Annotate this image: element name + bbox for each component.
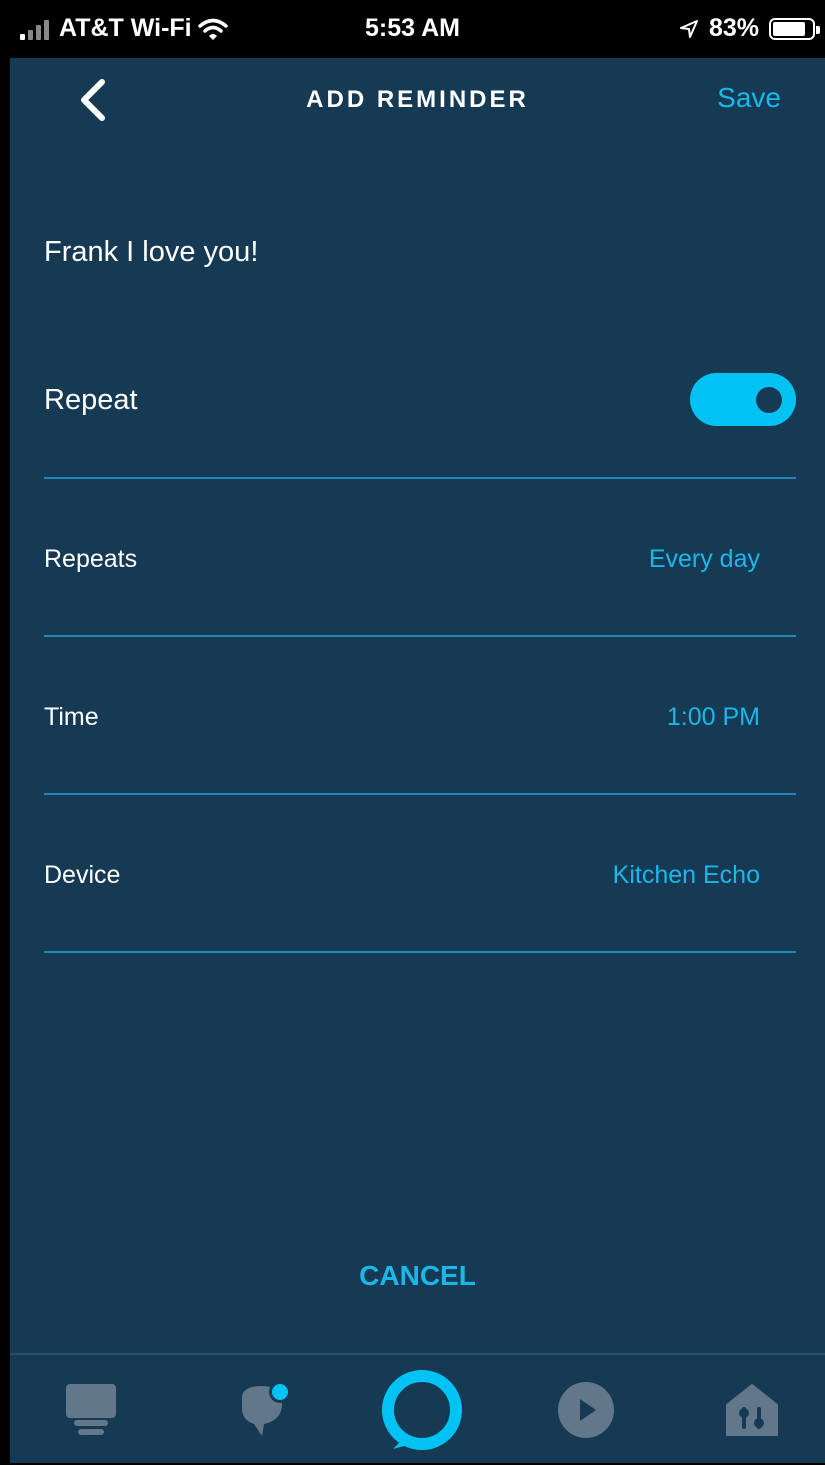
repeats-value[interactable]: Every day — [649, 545, 760, 574]
repeat-toggle[interactable] — [690, 373, 796, 426]
toggle-knob — [756, 387, 782, 413]
repeats-row[interactable]: Repeats Every day — [44, 479, 796, 637]
time-row[interactable]: Time 1:00 PM — [44, 637, 796, 795]
page-title: ADD REMINDER — [306, 86, 529, 113]
device-row[interactable]: Device Kitchen Echo — [44, 795, 796, 953]
header: ADD REMINDER Save — [10, 58, 825, 142]
time-label: Time — [44, 703, 99, 731]
nav-communicate[interactable] — [220, 1355, 306, 1465]
device-label: Device — [44, 861, 121, 889]
battery-percent: 83% — [708, 14, 759, 42]
status-bar: AT&T Wi-Fi 5:53 AM 83% — [0, 0, 825, 58]
repeat-row: Repeat — [44, 343, 796, 479]
time-value[interactable]: 1:00 PM — [667, 703, 760, 732]
nav-home[interactable] — [50, 1355, 132, 1465]
nav-alexa[interactable] — [372, 1355, 472, 1465]
communicate-icon — [242, 1381, 291, 1436]
play-icon — [558, 1382, 614, 1438]
cancel-button[interactable]: CANCEL — [10, 1260, 825, 1292]
battery-fill — [773, 21, 805, 36]
status-right: 83% — [679, 14, 820, 43]
nav-play[interactable] — [544, 1355, 628, 1465]
nav-devices[interactable] — [712, 1355, 792, 1465]
repeats-label: Repeats — [44, 545, 138, 573]
save-button[interactable]: Save — [717, 82, 781, 114]
alexa-icon — [382, 1370, 462, 1450]
devices-icon — [726, 1384, 778, 1436]
app-screen: ADD REMINDER Save Frank I love you! Repe… — [10, 58, 825, 1463]
home-icon — [66, 1384, 116, 1435]
location-arrow-icon — [679, 19, 698, 38]
reminder-text[interactable]: Frank I love you! — [44, 236, 258, 269]
repeat-label: Repeat — [44, 384, 138, 416]
battery-icon — [769, 17, 820, 40]
bottom-nav — [10, 1353, 825, 1465]
device-value[interactable]: Kitchen Echo — [613, 861, 760, 890]
